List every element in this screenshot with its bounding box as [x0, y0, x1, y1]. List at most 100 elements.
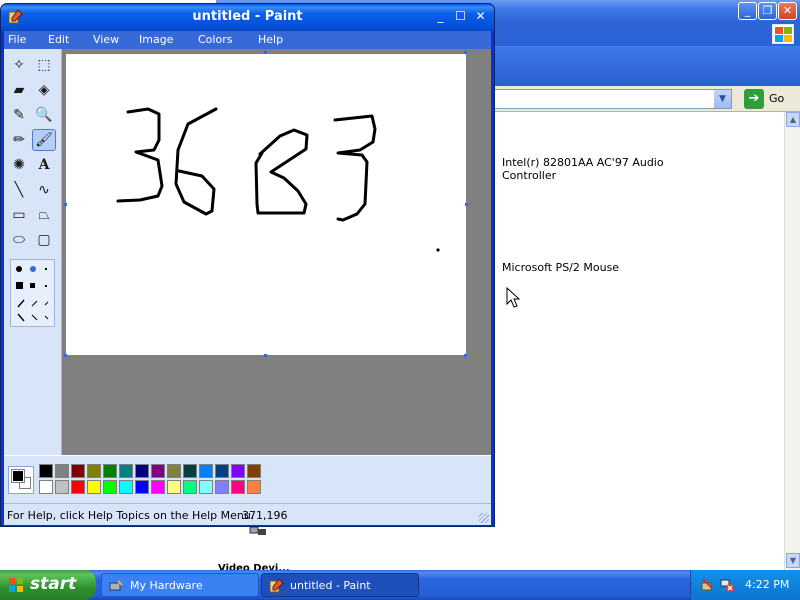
line-icon[interactable]: ╲ — [7, 179, 31, 201]
task-my-hardware[interactable]: My Hardware — [101, 573, 259, 597]
close-button[interactable]: ✕ — [471, 8, 490, 26]
menu-colors[interactable]: Colors — [198, 33, 232, 46]
device-label: Controller — [502, 169, 557, 182]
color-swatch[interactable] — [55, 480, 69, 494]
color-palette — [4, 455, 491, 503]
chevron-down-icon[interactable]: ▼ — [714, 90, 731, 108]
clock: 4:22 PM — [745, 578, 790, 591]
drawing-canvas[interactable] — [66, 54, 466, 355]
color-swatch[interactable] — [151, 480, 165, 494]
resize-handle[interactable] — [465, 203, 468, 206]
rectangle-icon[interactable]: ▭ — [7, 204, 31, 226]
brush-shape-options[interactable] — [10, 259, 55, 327]
menu-help[interactable]: Help — [258, 33, 283, 46]
system-tray: 4:22 PM — [690, 570, 800, 600]
color-swatch[interactable] — [151, 464, 165, 478]
start-button[interactable]: start — [0, 570, 96, 600]
color-swatch[interactable] — [55, 464, 69, 478]
current-colors[interactable] — [8, 466, 34, 494]
menu-edit[interactable]: Edit — [48, 33, 69, 46]
color-swatch[interactable] — [231, 464, 245, 478]
color-swatch[interactable] — [183, 480, 197, 494]
taskbar: start My Hardware untitled - Paint 4:22 … — [0, 570, 800, 600]
color-swatch[interactable] — [103, 464, 117, 478]
scroll-up-button[interactable]: ▲ — [786, 112, 800, 127]
color-swatch[interactable] — [39, 464, 53, 478]
color-swatch[interactable] — [87, 464, 101, 478]
brush-icon[interactable]: 🖌 — [32, 129, 56, 151]
color-swatch[interactable] — [71, 464, 85, 478]
color-swatch[interactable] — [119, 464, 133, 478]
task-label: untitled - Paint — [290, 579, 371, 592]
polygon-icon[interactable]: ⏢ — [32, 204, 56, 226]
color-swatch[interactable] — [199, 480, 213, 494]
close-button[interactable]: ✕ — [778, 2, 797, 20]
paint-body: ✧ ⬚ ▰ ◈ ✎ 🔍 ✏ 🖌 ✺ A ╲ ∿ ▭ ⏢ ⬭ ▢ For Help… — [4, 49, 491, 525]
brush-round-large[interactable] — [16, 266, 22, 272]
color-swatch[interactable] — [247, 480, 261, 494]
color-swatch[interactable] — [135, 464, 149, 478]
go-button[interactable]: ➔ Go — [744, 89, 800, 109]
minimize-button[interactable]: _ — [431, 8, 450, 26]
airbrush-icon[interactable]: ✺ — [7, 154, 31, 176]
foreground-color-box[interactable] — [11, 469, 25, 483]
brush-square-large[interactable] — [16, 282, 23, 289]
resize-handle[interactable] — [64, 203, 67, 206]
color-swatch[interactable] — [215, 480, 229, 494]
color-swatch[interactable] — [215, 464, 229, 478]
task-paint[interactable]: untitled - Paint — [261, 573, 419, 597]
menubar: File Edit View Image Colors Help — [4, 31, 491, 49]
color-swatch[interactable] — [39, 480, 53, 494]
color-swatch[interactable] — [183, 464, 197, 478]
magnifier-icon[interactable]: 🔍 — [32, 104, 56, 126]
color-swatch[interactable] — [103, 480, 117, 494]
address-input[interactable]: ▼ — [494, 89, 732, 109]
size-grip[interactable] — [479, 513, 489, 523]
scroll-down-button[interactable]: ▼ — [786, 553, 800, 568]
resize-handle[interactable] — [464, 354, 467, 357]
go-arrow-icon: ➔ — [744, 89, 764, 109]
status-help-text: For Help, click Help Topics on the Help … — [7, 509, 255, 522]
text-icon[interactable]: A — [32, 154, 56, 176]
curve-icon[interactable]: ∿ — [32, 179, 56, 201]
resize-handle[interactable] — [264, 354, 267, 357]
vertical-scrollbar[interactable]: ▲ ▼ — [784, 112, 800, 570]
resize-handle[interactable] — [464, 51, 467, 54]
color-swatch[interactable] — [135, 480, 149, 494]
color-swatch[interactable] — [247, 464, 261, 478]
brush-round-medium[interactable] — [30, 266, 36, 272]
menu-image[interactable]: Image — [139, 33, 173, 46]
network-warning-icon[interactable] — [719, 577, 735, 593]
brush-round-small[interactable] — [45, 268, 47, 270]
color-picker-icon[interactable]: ✎ — [7, 104, 31, 126]
color-swatch[interactable] — [119, 480, 133, 494]
color-swatch[interactable] — [167, 464, 181, 478]
resize-handle[interactable] — [64, 354, 67, 357]
menu-file[interactable]: File — [8, 33, 26, 46]
maximize-button[interactable]: ☐ — [451, 8, 470, 26]
ellipse-icon[interactable]: ⬭ — [7, 229, 31, 251]
brush-slant-options[interactable] — [14, 296, 54, 324]
color-swatch[interactable] — [167, 480, 181, 494]
rect-select-icon[interactable]: ⬚ — [32, 54, 56, 76]
device-item-audio[interactable]: Intel(r) 82801AA AC'97 Audio Controller — [502, 156, 664, 182]
fill-icon[interactable]: ◈ — [32, 79, 56, 101]
rounded-rect-icon[interactable]: ▢ — [32, 229, 56, 251]
paint-titlebar[interactable]: untitled - Paint _ ☐ ✕ — [1, 4, 494, 31]
color-swatch[interactable] — [199, 464, 213, 478]
color-swatch[interactable] — [71, 480, 85, 494]
menu-view[interactable]: View — [93, 33, 119, 46]
brush-square-medium[interactable] — [30, 283, 35, 288]
resize-handle[interactable] — [264, 51, 267, 54]
color-swatch[interactable] — [87, 480, 101, 494]
device-item-mouse[interactable]: Microsoft PS/2 Mouse — [502, 261, 619, 274]
pencil-icon[interactable]: ✏ — [7, 129, 31, 151]
hardware-tray-icon[interactable] — [699, 577, 715, 593]
minimize-button[interactable]: _ — [738, 2, 757, 20]
hardware-icon — [109, 580, 123, 591]
brush-square-small[interactable] — [45, 285, 47, 287]
color-swatch[interactable] — [231, 480, 245, 494]
restore-button[interactable]: ❐ — [758, 2, 777, 20]
eraser-icon[interactable]: ▰ — [7, 79, 31, 101]
free-form-select-icon[interactable]: ✧ — [7, 54, 31, 76]
